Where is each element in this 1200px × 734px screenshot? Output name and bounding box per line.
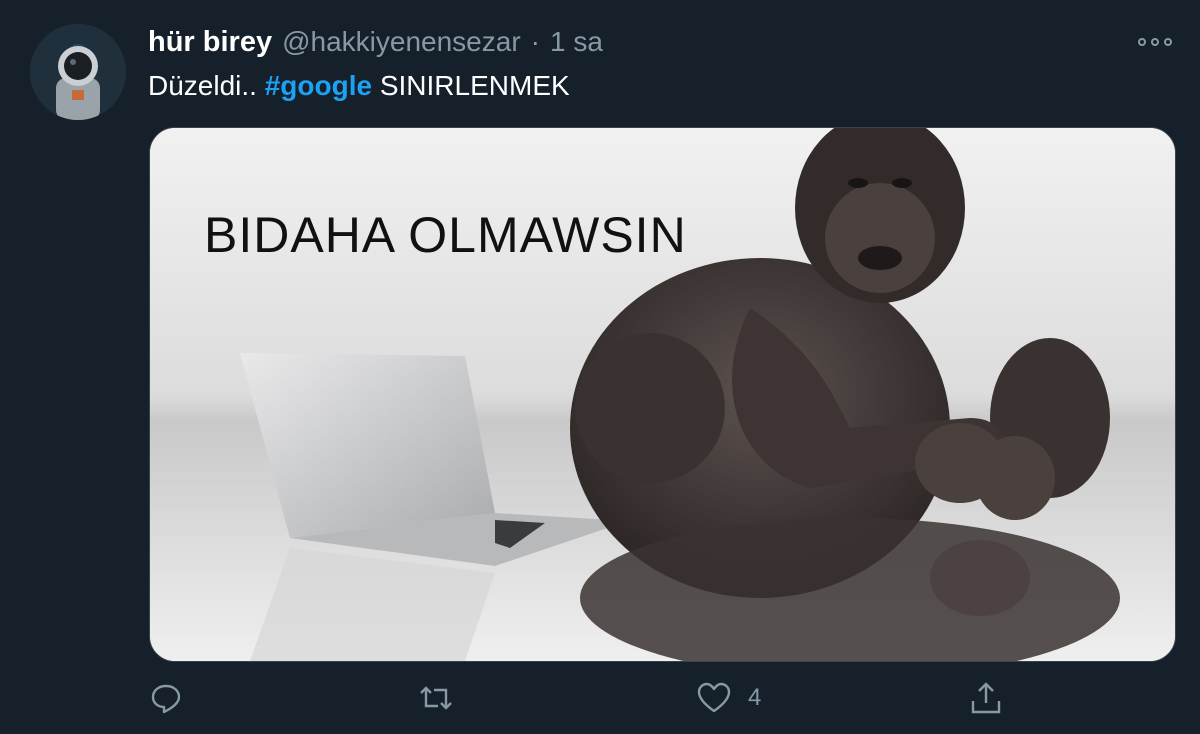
like-icon [697,682,731,713]
tweet-media[interactable]: BIDAHA OLMAWSIN [149,127,1176,662]
avatar[interactable] [30,24,126,120]
display-name[interactable]: hür birey [148,26,272,59]
astronaut-avatar-image [30,24,126,120]
like-button[interactable]: 4 [696,680,761,716]
share-icon [971,682,1001,714]
tweet: hür birey @hakkiyenensezar · 1 sa Düzeld… [0,0,1200,734]
retweet-icon [420,686,452,710]
tweet-text-suffix: SINIRLENMEK [379,70,570,101]
tweet-text: Düzeldi.. #google SINIRLENMEK [148,70,570,102]
like-count: 4 [748,684,762,711]
reply-button[interactable] [148,680,200,716]
tweet-header: hür birey @hakkiyenensezar · 1 sa [148,26,603,62]
tweet-actions: 4 [0,670,1200,730]
share-button[interactable] [968,680,1020,716]
retweet-button[interactable] [418,680,470,716]
meme-caption: BIDAHA OLMAWSIN [204,207,687,263]
user-handle[interactable]: @hakkiyenensezar [282,26,521,58]
separator: · [530,26,540,57]
tweet-text-prefix: Düzeldi.. [148,70,257,101]
reply-icon [151,684,181,714]
timestamp[interactable]: 1 sa [550,26,603,58]
hashtag-link[interactable]: #google [265,70,372,101]
more-icon[interactable] [1138,32,1178,52]
